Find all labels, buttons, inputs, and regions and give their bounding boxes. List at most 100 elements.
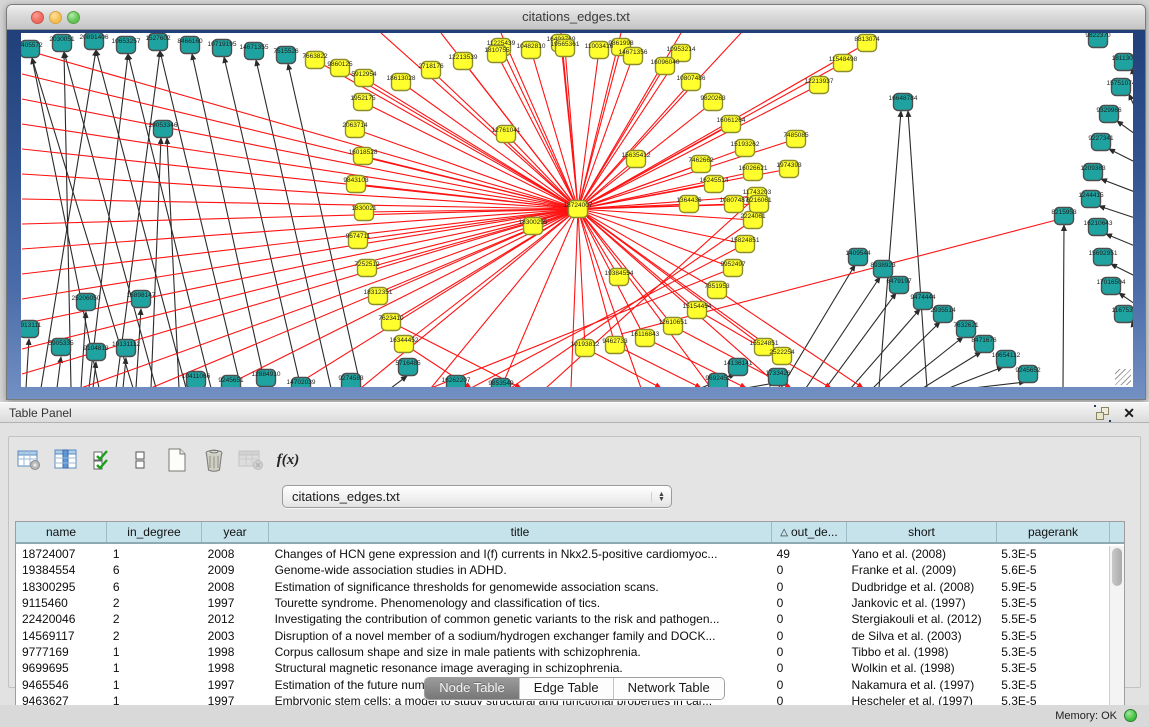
graph-node[interactable]: 20891406 [80, 33, 109, 50]
citation-edge[interactable] [391, 376, 407, 387]
hub-edge[interactable] [22, 209, 578, 274]
graph-node[interactable]: 9820263 [700, 94, 726, 111]
citation-edge[interactable] [1063, 225, 1064, 387]
graph-node[interactable]: 2522254 [769, 348, 795, 365]
tab-edge-table[interactable]: Edge Table [520, 678, 614, 699]
graph-node[interactable]: 8466160 [177, 37, 203, 54]
hub-edge[interactable] [578, 53, 681, 209]
hub-edge[interactable] [501, 209, 578, 387]
graph-node[interactable]: 2063714 [342, 121, 368, 138]
graph-node[interactable]: 5912954 [351, 70, 377, 87]
hub-edge[interactable] [22, 209, 578, 324]
citation-edge[interactable] [1111, 264, 1133, 276]
citation-edge-red[interactable] [585, 348, 661, 387]
show-columns-icon[interactable] [52, 446, 80, 474]
graph-node[interactable]: 7485085 [783, 131, 809, 148]
table-selector-dropdown[interactable]: citations_edges.txt ▲▼ [282, 485, 672, 508]
graph-node[interactable]: 10411066 [182, 372, 211, 388]
graph-node[interactable]: 6216061 [746, 196, 772, 213]
graph-node[interactable]: 12213539 [449, 53, 478, 70]
citation-network-graph[interactable]: 2405572203005120891406106532571527602846… [21, 33, 1133, 387]
column-header-title[interactable]: title [269, 522, 772, 542]
network-canvas[interactable]: 2405572203005120891406106532571527602846… [21, 33, 1133, 387]
hub-edge[interactable] [463, 61, 578, 209]
graph-node[interactable]: 9245651 [218, 376, 244, 388]
graph-node[interactable]: 11003416 [585, 42, 614, 59]
graph-node[interactable]: 8215953 [1051, 208, 1077, 225]
hub-edge[interactable] [401, 82, 578, 209]
function-builder-icon[interactable]: f(x) [274, 446, 302, 474]
graph-node[interactable]: 16018528 [349, 148, 378, 165]
select-columns-icon[interactable] [89, 446, 117, 474]
citation-edge[interactable] [1101, 179, 1133, 192]
table-row[interactable]: 2242004622012Investigating the contribut… [16, 611, 1108, 627]
citation-edge[interactable] [1109, 149, 1133, 162]
graph-node[interactable]: 16210643 [1084, 219, 1113, 236]
create-table-icon[interactable] [163, 446, 191, 474]
graph-node[interactable]: 1409544 [845, 249, 871, 266]
graph-node[interactable]: 1974393 [776, 161, 802, 178]
table-row[interactable]: 1456911722003Disruption of a novel membe… [16, 627, 1108, 643]
hub-edge[interactable] [81, 209, 578, 387]
hub-edge[interactable] [361, 209, 578, 387]
column-header-name[interactable]: name [16, 522, 107, 542]
graph-node[interactable]: 9104813 [83, 344, 109, 361]
tab-node-table[interactable]: Node Table [425, 678, 520, 699]
table-row[interactable]: 1830029562008Estimation of significance … [16, 579, 1108, 595]
citation-edge[interactable] [973, 382, 1025, 387]
graph-node[interactable]: 8471676 [971, 336, 997, 353]
graph-node[interactable]: 2224061 [740, 212, 766, 229]
hub-edge[interactable] [22, 209, 578, 299]
graph-node[interactable]: 15751074 [1107, 79, 1133, 96]
citation-edge[interactable] [1117, 121, 1133, 134]
citation-edge[interactable] [1106, 234, 1133, 246]
citation-edge[interactable] [224, 57, 301, 387]
graph-node[interactable]: 9274583 [338, 374, 364, 388]
graph-node[interactable]: 18312351 [364, 288, 393, 305]
graph-node[interactable]: 9674711 [346, 232, 371, 249]
hub-edge[interactable] [578, 50, 599, 209]
close-panel-icon[interactable]: ✕ [1123, 405, 1135, 422]
graph-node[interactable]: 17016504 [1097, 278, 1126, 295]
graph-node[interactable]: 15692951 [1089, 249, 1118, 266]
row-height-icon[interactable] [126, 446, 154, 474]
citation-edge[interactable] [136, 309, 141, 387]
hub-edge[interactable] [291, 209, 578, 387]
column-header-out-de-[interactable]: △out_de... [772, 522, 847, 542]
graph-node[interactable]: 14136141 [724, 359, 753, 376]
citation-edge[interactable] [1129, 94, 1133, 108]
graph-node[interactable]: 1913111 [21, 321, 42, 338]
tab-network-table[interactable]: Network Table [614, 678, 724, 699]
graph-node[interactable]: 16648784 [889, 94, 918, 111]
graph-node[interactable]: 2935514 [930, 306, 956, 323]
hub-edge[interactable] [378, 209, 578, 296]
citation-edge[interactable] [41, 50, 96, 387]
column-header-pagerank[interactable]: pagerank [997, 522, 1110, 542]
citation-edge[interactable] [908, 111, 927, 387]
column-header-year[interactable]: year [202, 522, 269, 542]
graph-node[interactable]: 7663822 [302, 52, 328, 69]
graph-node[interactable]: 9853549 [488, 379, 514, 388]
citation-edge[interactable] [167, 138, 179, 387]
citation-edge[interactable] [781, 265, 855, 387]
graph-node[interactable]: 25206050 [72, 294, 101, 311]
graph-node[interactable]: 7515526 [273, 47, 299, 64]
delete-rows-icon[interactable] [200, 446, 228, 474]
table-row[interactable]: 977716911998Corpus callosum shape and si… [16, 644, 1108, 660]
graph-node[interactable]: 12213937 [805, 77, 834, 94]
graph-node[interactable]: 10653257 [112, 37, 141, 54]
citation-edge[interactable] [879, 111, 901, 387]
graph-node[interactable]: 16096040 [651, 58, 680, 75]
column-header-in-degree[interactable]: in_degree [107, 522, 202, 542]
graph-node[interactable]: 19384554 [605, 269, 634, 286]
graph-node[interactable]: 1952175 [350, 94, 376, 111]
graph-node[interactable]: 1244415 [1078, 191, 1104, 208]
graph-node[interactable]: 10654112 [992, 351, 1021, 368]
graph-node[interactable]: 9952497 [720, 260, 746, 277]
graph-node[interactable]: 7851953 [704, 282, 730, 299]
graph-node[interactable]: 14671355 [240, 43, 269, 60]
graph-node[interactable]: 16116843 [631, 330, 660, 347]
citation-edge[interactable] [1099, 206, 1133, 218]
hub-edge[interactable] [22, 209, 578, 349]
graph-node[interactable]: 8813074 [854, 35, 880, 52]
